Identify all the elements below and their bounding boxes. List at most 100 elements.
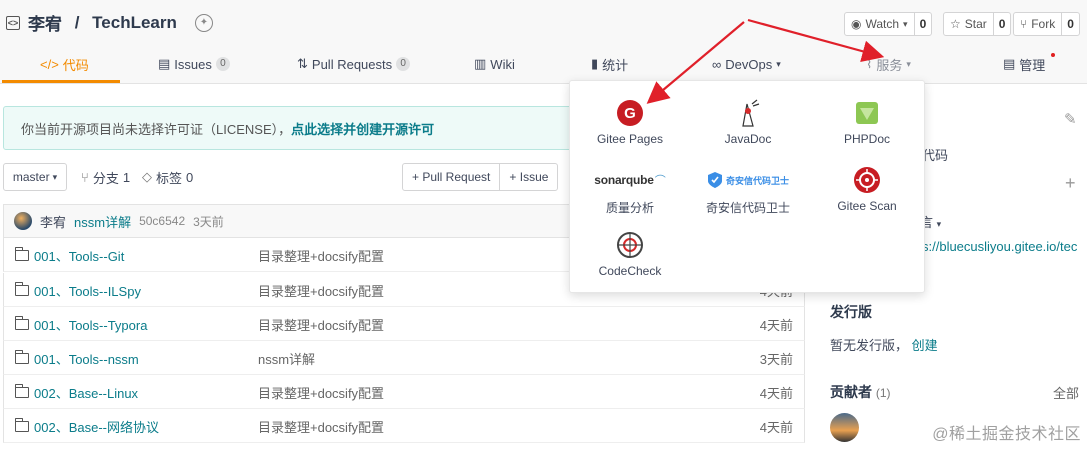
tab-manage[interactable]: ▤ 管理	[1003, 44, 1056, 84]
wiki-icon: ▥	[474, 56, 487, 71]
star-button[interactable]: ☆ Star	[944, 13, 994, 35]
commit-message[interactable]: nssm详解	[74, 212, 131, 231]
pulse-icon: ⌇	[866, 56, 873, 71]
codecheck-icon	[616, 228, 644, 262]
tab-devops-label: DevOps	[725, 56, 773, 72]
create-license-link[interactable]: 点此选择并创建开源许可	[291, 119, 434, 138]
watch-button[interactable]: ◉ Watch ▾	[845, 13, 915, 35]
new-pull-request-button[interactable]: + Pull Request	[403, 164, 499, 190]
service-gitee-pages[interactable]: G Gitee Pages	[570, 96, 690, 146]
fork-count[interactable]: 0	[1062, 13, 1079, 35]
infinity-icon: ∞	[712, 56, 722, 72]
caret-down-icon: ▾	[776, 58, 781, 69]
table-row[interactable]: 002、Base--Linux 目录整理+docsify配置 4天前	[3, 375, 805, 409]
file-commit-message[interactable]: nssm详解	[258, 341, 315, 375]
author-avatar[interactable]	[14, 212, 32, 230]
service-javadoc[interactable]: JavaDoc	[688, 96, 808, 146]
file-commit-message[interactable]: 目录整理+docsify配置	[258, 375, 384, 409]
tab-issues[interactable]: ▤ Issues 0	[158, 44, 230, 84]
star-label: Star	[964, 17, 987, 31]
tab-devops[interactable]: ∞ DevOps ▾	[712, 44, 781, 84]
plus-icon[interactable]: +	[1065, 173, 1076, 194]
service-qianxin[interactable]: 奇安信代码卫士 奇安信代码卫士	[688, 163, 808, 216]
branch-select[interactable]: master ▾	[3, 163, 67, 191]
service-phpdoc[interactable]: PHPDoc	[807, 96, 927, 146]
table-row[interactable]: 001、Tools--nssm nssm详解 3天前	[3, 341, 805, 375]
service-label: 奇安信代码卫士	[705, 201, 790, 215]
service-label: PHPDoc	[843, 132, 890, 146]
qianxin-icon: 奇安信代码卫士	[707, 163, 789, 197]
sonarqube-logo-text: sonarqube	[594, 173, 654, 187]
branch-icon: ⑂	[81, 169, 89, 185]
file-commit-message[interactable]: 目录整理+docsify配置	[258, 307, 384, 341]
contributors-title: 贡献者 (1)	[830, 382, 891, 402]
tab-stats[interactable]: ▮ 统计	[591, 44, 628, 84]
tab-services[interactable]: ⌇ 服务 ▾	[866, 44, 911, 84]
new-issue-button[interactable]: + Issue	[499, 164, 557, 190]
commit-time: 3天前	[193, 214, 224, 229]
fork-label: Fork	[1031, 17, 1056, 31]
gitee-scan-icon	[853, 163, 881, 197]
watch-count[interactable]: 0	[915, 13, 932, 35]
file-name[interactable]: 001、Tools--Typora	[34, 315, 147, 334]
file-name[interactable]: 001、Tools--Git	[34, 246, 124, 265]
service-quality-analysis[interactable]: sonarqube ⌒ 质量分析	[570, 163, 690, 216]
tab-wiki-label: Wiki	[490, 56, 515, 72]
tab-code[interactable]: </> 代码	[40, 44, 89, 84]
commit-author[interactable]: 李宥	[40, 212, 66, 231]
file-name[interactable]: 002、Base--Linux	[34, 383, 138, 402]
tags-label: 标签	[156, 170, 183, 186]
commit-hash[interactable]: 50c6542	[139, 214, 185, 228]
folder-icon	[15, 281, 29, 296]
file-name[interactable]: 002、Base--网络协议	[34, 417, 159, 436]
table-row[interactable]: 001、Tools--Typora 目录整理+docsify配置 4天前	[3, 307, 805, 341]
branches-label: 分支	[92, 170, 119, 186]
chart-icon: ▮	[591, 56, 599, 71]
tab-code-label: 代码	[62, 57, 89, 73]
service-codecheck[interactable]: CodeCheck	[570, 228, 690, 278]
star-count[interactable]: 0	[994, 13, 1011, 35]
file-commit-message[interactable]: 目录整理+docsify配置	[258, 238, 384, 272]
repo-description: 代码	[922, 148, 949, 163]
edit-icon[interactable]: ✎	[1064, 110, 1077, 128]
folder-icon	[15, 417, 29, 432]
manage-icon: ▤	[1003, 56, 1016, 71]
recommend-badge-icon[interactable]: ✦	[194, 13, 213, 32]
file-name[interactable]: 001、Tools--nssm	[34, 349, 139, 368]
contributor-avatar[interactable]	[830, 413, 859, 442]
issues-count: 0	[215, 57, 230, 71]
folder-icon	[15, 246, 29, 261]
create-release-link[interactable]: 创建	[912, 338, 938, 353]
file-time: 4天前	[759, 317, 793, 333]
file-commit-message[interactable]: 目录整理+docsify配置	[258, 409, 384, 443]
tab-pull-requests[interactable]: ⇅ Pull Requests 0	[297, 44, 411, 84]
service-label: JavaDoc	[724, 132, 772, 146]
all-contributors-link[interactable]: 全部	[1053, 383, 1079, 402]
branches-number: 1	[122, 169, 131, 185]
repo-icon: <>	[6, 15, 20, 30]
repo-name[interactable]: TechLearn	[92, 13, 177, 33]
tags-count[interactable]: ◇ 标签 0	[142, 163, 193, 191]
service-label: Gitee Pages	[596, 132, 664, 146]
file-time: 3天前	[759, 351, 793, 367]
tab-manage-label: 管理	[1019, 57, 1046, 73]
tab-issues-label: Issues	[174, 56, 212, 72]
services-dropdown: G Gitee Pages JavaDoc PHPDoc sonarqube ⌒…	[569, 80, 925, 293]
fork-group: ⑂ Fork 0	[1013, 12, 1080, 36]
repo-nav: </> 代码 ▤ Issues 0 ⇅ Pull Requests 0 ▥ Wi…	[0, 44, 1087, 84]
file-name[interactable]: 001、Tools--ILSpy	[34, 281, 141, 300]
branches-count[interactable]: ⑂ 分支 1	[81, 163, 130, 191]
table-row[interactable]: 002、Base--网络协议 目录整理+docsify配置 4天前	[3, 409, 805, 443]
fork-button[interactable]: ⑂ Fork	[1014, 13, 1063, 35]
caret-down-icon: ▾	[906, 58, 911, 69]
file-commit-message[interactable]: 目录整理+docsify配置	[258, 273, 384, 307]
sonarqube-icon: sonarqube ⌒	[594, 163, 666, 197]
caret-down-icon: ▾	[903, 18, 908, 29]
tab-stats-label: 统计	[602, 57, 629, 73]
service-gitee-scan[interactable]: Gitee Scan	[807, 163, 927, 213]
license-notice: 你当前开源项目尚未选择许可证（LICENSE）， 点此选择并创建开源许可	[3, 106, 580, 150]
repo-owner[interactable]: 李宥	[28, 10, 62, 35]
tab-wiki[interactable]: ▥ Wiki	[474, 44, 515, 84]
folder-icon	[15, 383, 29, 398]
homepage-link[interactable]: s://bluecusliyou.gitee.io/tec	[922, 239, 1077, 254]
